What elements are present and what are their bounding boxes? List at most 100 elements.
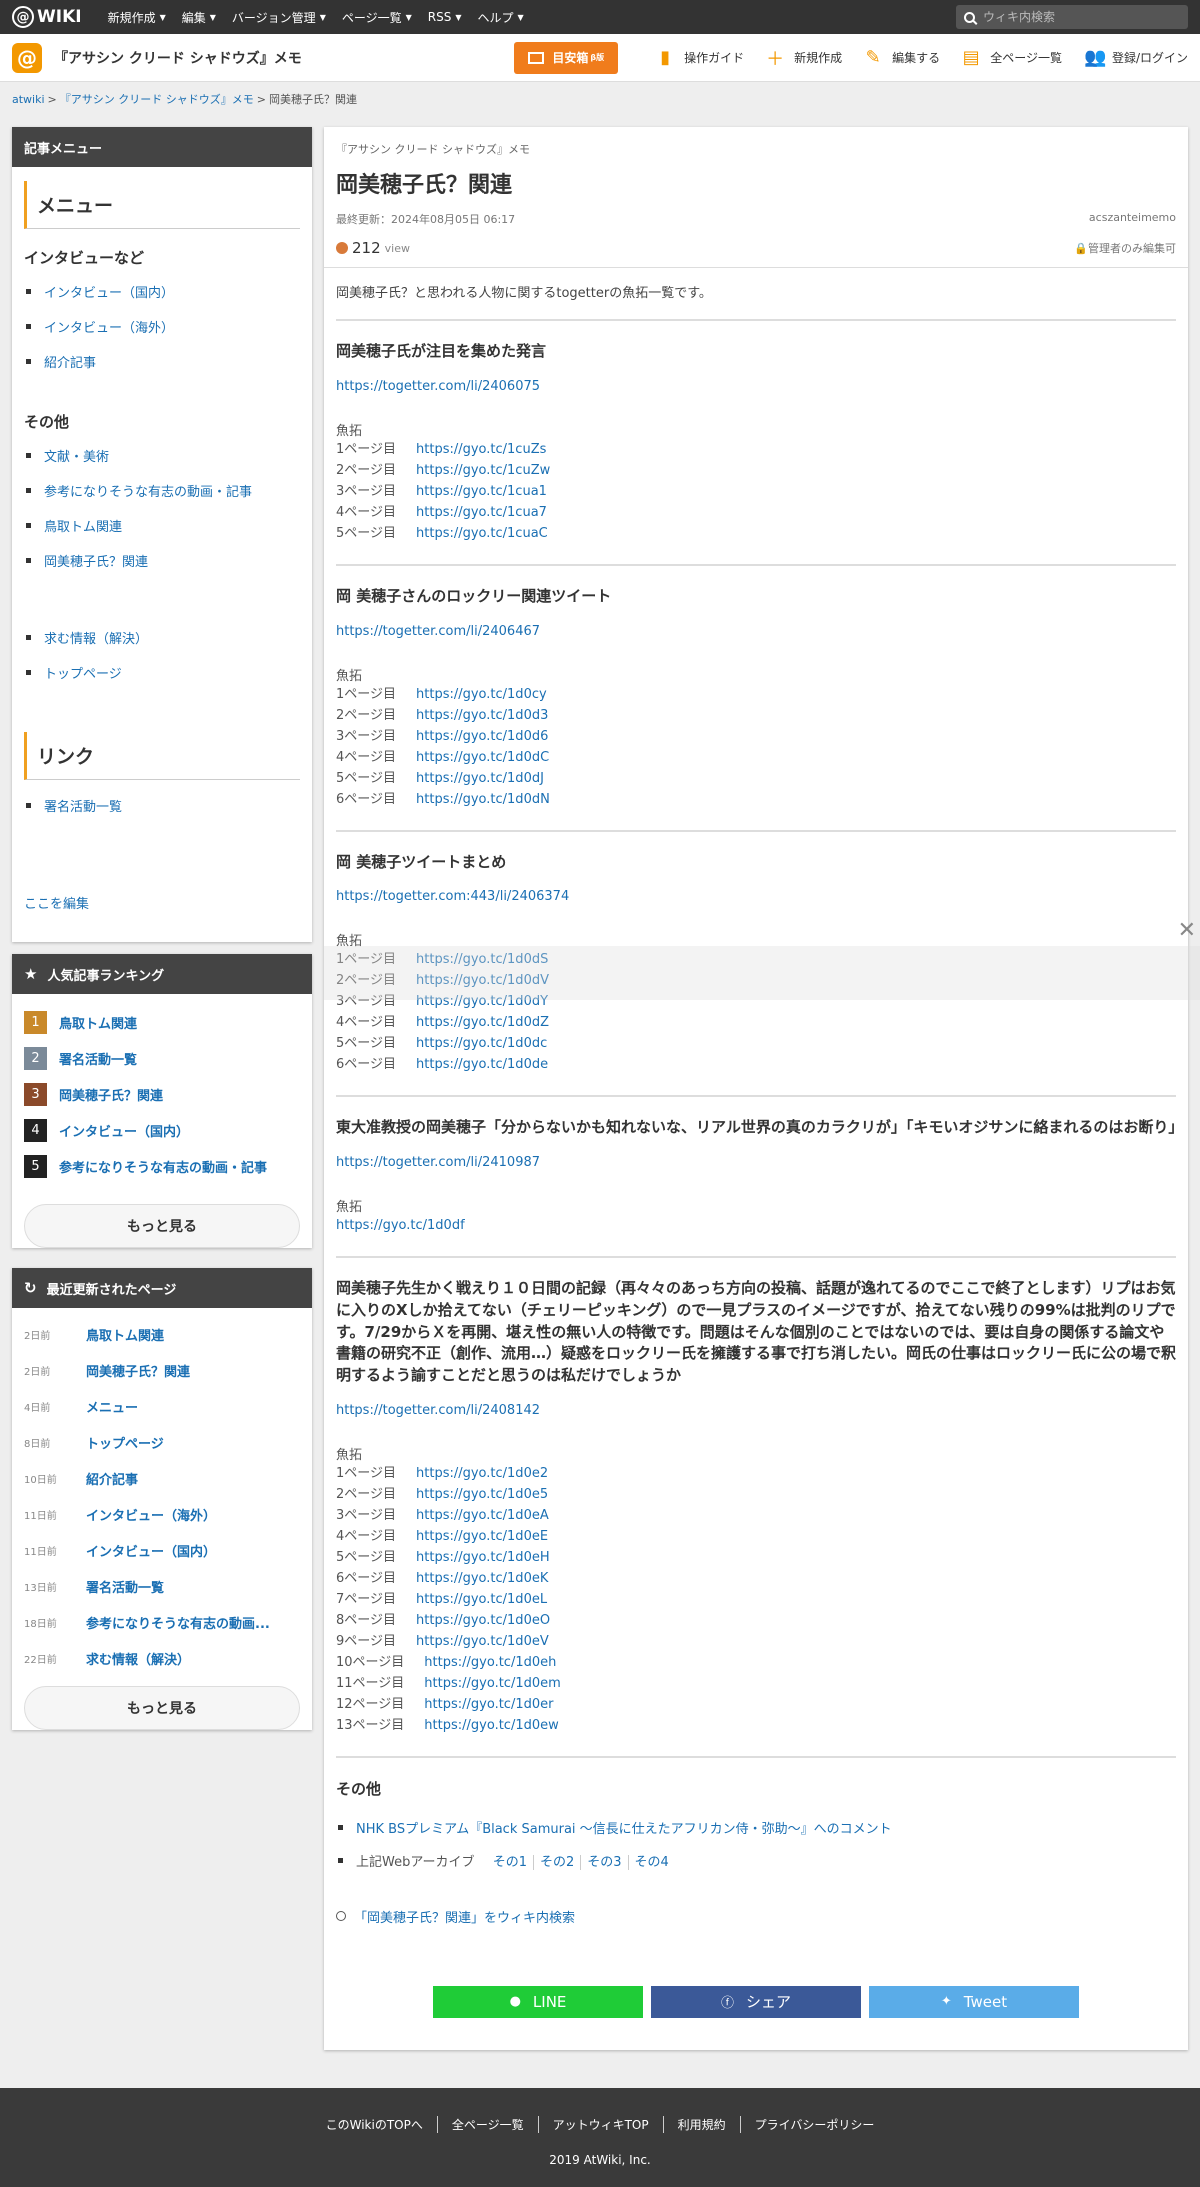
recent-more-button[interactable]: もっと見る [24, 1686, 300, 1730]
togetter-link[interactable]: https://togetter.com:443/li/2406374 [336, 889, 1176, 904]
gyotaku-link[interactable]: https://gyo.tc/1d0de [416, 1057, 548, 1072]
close-icon[interactable]: ✕ [1178, 918, 1196, 943]
recent-link[interactable]: トップページ [86, 1433, 164, 1452]
wiki-logo-icon[interactable]: @ [12, 42, 42, 73]
gyotaku-link[interactable]: https://gyo.tc/1cua7 [416, 505, 547, 520]
ranking-link[interactable]: 鳥取トム関連 [59, 1013, 137, 1032]
togetter-link[interactable]: https://togetter.com/li/2410987 [336, 1155, 1176, 1170]
meyasu-button[interactable]: 目安箱 β版 [514, 41, 619, 74]
recent-link[interactable]: インタビュー（国内） [86, 1541, 216, 1560]
sidebar-menu-link[interactable]: 紹介記事 [44, 356, 96, 371]
gyotaku-link[interactable]: https://gyo.tc/1cuZw [416, 463, 550, 478]
gyotaku-link[interactable]: https://gyo.tc/1d0d3 [416, 708, 548, 723]
gyotaku-link[interactable]: https://gyo.tc/1d0eO [416, 1613, 550, 1628]
archive-link-1[interactable]: その1 [492, 1854, 534, 1870]
top-nav-item[interactable]: ページ一覧 ▼ [334, 0, 420, 34]
gyotaku-link[interactable]: https://gyo.tc/1d0eh [424, 1655, 556, 1670]
new-page-button[interactable]: ＋新規作成 [766, 45, 842, 71]
recent-ago: 13日前 [24, 1582, 57, 1594]
recent-link[interactable]: 鳥取トム関連 [86, 1325, 164, 1344]
wiki-search-input[interactable] [983, 10, 1173, 24]
sidebar-menu-link[interactable]: 求む情報（解決） [44, 632, 148, 647]
sidebar-menu-item: 署名活動一覧 [24, 788, 300, 823]
atwiki-logo[interactable]: @ WIKI [12, 6, 82, 28]
wiki-title[interactable]: 『アサシン クリード シャドウズ』メモ [54, 48, 302, 68]
recent-link[interactable]: 岡美穂子氏？関連 [86, 1361, 190, 1380]
recent-link[interactable]: 参考になりそうな有志の動画... [86, 1613, 270, 1632]
gyotaku-link[interactable]: https://gyo.tc/1d0d6 [416, 729, 548, 744]
sidebar-menu-link[interactable]: 文献・美術 [44, 450, 109, 465]
gyotaku-link[interactable]: https://gyo.tc/1d0e2 [416, 1466, 548, 1481]
recent-link[interactable]: 紹介記事 [86, 1469, 138, 1488]
sidebar-menu-link[interactable]: インタビュー（海外） [44, 321, 174, 336]
edit-menu-link[interactable]: ここを編集 [24, 893, 300, 912]
gyotaku-link[interactable]: https://gyo.tc/1d0ew [424, 1718, 558, 1733]
gyotaku-row: 4ページ目 https://gyo.tc/1cua7 [336, 502, 1176, 523]
togetter-link[interactable]: https://togetter.com/li/2406075 [336, 379, 1176, 394]
guide-button[interactable]: ▮ 操作ガイド [656, 47, 744, 68]
gyotaku-link[interactable]: https://gyo.tc/1cuaC [416, 526, 548, 541]
top-nav-item[interactable]: 編集 ▼ [174, 0, 224, 34]
gyotaku-link[interactable]: https://gyo.tc/1cuZs [416, 442, 546, 457]
sidebar-menu-link[interactable]: 鳥取トム関連 [44, 520, 122, 535]
archive-link-4[interactable]: その4 [635, 1855, 675, 1870]
share-twitter-button[interactable]: ✦ Tweet [869, 1985, 1079, 2018]
gyotaku-link[interactable]: https://gyo.tc/1d0e5 [416, 1487, 548, 1502]
gyotaku-link[interactable]: https://gyo.tc/1d0dJ [416, 771, 544, 786]
ranking-link[interactable]: 署名活動一覧 [59, 1049, 137, 1068]
nhk-comment-link[interactable]: NHK BSプレミアム『Black Samurai 〜信長に仕えたアフリカン侍・… [356, 1822, 892, 1837]
sidebar-menu-link[interactable]: 岡美穂子氏？関連 [44, 555, 148, 570]
gyotaku-link[interactable]: https://gyo.tc/1d0er [424, 1697, 553, 1712]
ranking-link[interactable]: インタビュー（国内） [59, 1121, 189, 1140]
breadcrumb-atwiki[interactable]: atwiki [12, 93, 45, 106]
breadcrumb-wiki[interactable]: 『アサシン クリード シャドウズ』メモ [60, 91, 254, 107]
top-nav-item[interactable]: バージョン管理 ▼ [224, 0, 334, 34]
recent-link[interactable]: インタビュー（海外） [86, 1505, 216, 1524]
gyotaku-link[interactable]: https://gyo.tc/1d0eL [416, 1592, 547, 1607]
ranking-link[interactable]: 岡美穂子氏？関連 [59, 1085, 163, 1104]
gyotaku-link[interactable]: https://gyo.tc/1d0df [336, 1218, 465, 1233]
archive-link-2[interactable]: その2 [539, 1854, 582, 1870]
all-pages-button[interactable]: ▤ 全ページ一覧 [962, 47, 1062, 68]
recent-link[interactable]: 署名活動一覧 [86, 1577, 164, 1596]
article: 『アサシン クリード シャドウズ』メモ 岡美穂子氏？関連 最終更新：2024年0… [324, 127, 1188, 2050]
gyotaku-link[interactable]: https://gyo.tc/1d0cy [416, 687, 547, 702]
sidebar-menu-link[interactable]: インタビュー（国内） [44, 286, 174, 301]
gyotaku-link[interactable]: https://gyo.tc/1d0eA [416, 1508, 549, 1523]
sidebar-menu-link[interactable]: 署名活動一覧 [44, 800, 122, 815]
share-line-button[interactable]: ● LINE [433, 1985, 643, 2018]
gyotaku-link[interactable]: https://gyo.tc/1d0em [424, 1676, 560, 1691]
gyotaku-link[interactable]: https://gyo.tc/1d0dN [416, 792, 550, 807]
gyotaku-link[interactable]: https://gyo.tc/1d0dZ [416, 1015, 549, 1030]
gyotaku-link[interactable]: https://gyo.tc/1d0dc [416, 1036, 547, 1051]
gyotaku-link[interactable]: https://gyo.tc/1d0eH [416, 1550, 550, 1565]
footer-link[interactable]: 利用規約 [664, 2116, 741, 2133]
gyotaku-link[interactable]: https://gyo.tc/1d0eK [416, 1571, 548, 1586]
gyotaku-link[interactable]: https://gyo.tc/1cua1 [416, 484, 547, 499]
edit-button[interactable]: ✎ 編集する [864, 47, 941, 68]
recent-link[interactable]: 求む情報（解決） [86, 1649, 190, 1668]
footer-link[interactable]: プライバシーポリシー [741, 2116, 889, 2133]
ranking-link[interactable]: 参考になりそうな有志の動画・記事 [59, 1157, 267, 1176]
top-nav-item[interactable]: ヘルプ ▼ [470, 0, 532, 34]
gyotaku-link[interactable]: https://gyo.tc/1d0eE [416, 1529, 548, 1544]
sidebar-menu-link[interactable]: 参考になりそうな有志の動画・記事 [44, 485, 252, 500]
ranking-more-button[interactable]: もっと見る [24, 1204, 300, 1248]
togetter-link[interactable]: https://togetter.com/li/2406467 [336, 624, 1176, 639]
gyotaku-link[interactable]: https://gyo.tc/1d0eV [416, 1634, 549, 1649]
login-button[interactable]: 👥 登録/ログイン [1084, 47, 1188, 68]
footer-link[interactable]: このWikiのTOPへ [312, 2116, 438, 2133]
wiki-search-link[interactable]: 「岡美穂子氏？関連」をウィキ内検索 [354, 1907, 575, 1926]
gyotaku-row: 1ページ目 https://gyo.tc/1d0cy [336, 684, 1176, 705]
footer-link[interactable]: 全ページ一覧 [438, 2116, 539, 2133]
archive-link-3[interactable]: その3 [587, 1854, 629, 1870]
togetter-link[interactable]: https://togetter.com/li/2408142 [336, 1403, 1176, 1418]
top-nav-item[interactable]: 新規作成 ▼ [100, 0, 174, 34]
share-facebook-button[interactable]: ⓕ シェア [651, 1985, 861, 2018]
gyotaku-link[interactable]: https://gyo.tc/1d0dC [416, 750, 549, 765]
recent-link[interactable]: メニュー [86, 1397, 138, 1416]
footer-link[interactable]: アットウィキTOP [539, 2116, 664, 2133]
top-nav-item[interactable]: RSS ▼ [420, 0, 470, 34]
sidebar-menu-link[interactable]: トップページ [44, 667, 122, 682]
wiki-search-box[interactable] [956, 5, 1188, 29]
